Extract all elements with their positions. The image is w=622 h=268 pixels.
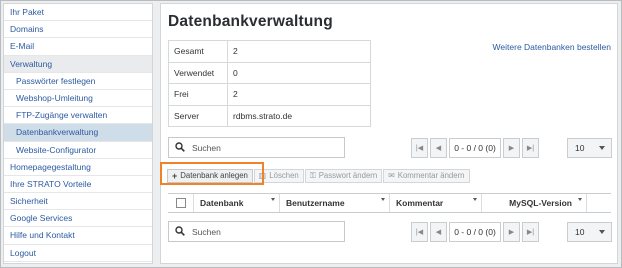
trash-icon: ▥: [258, 171, 267, 180]
per-page-select-bottom[interactable]: 10: [567, 222, 612, 242]
sort-icon: [473, 198, 477, 201]
info-key: Verwendet: [168, 61, 228, 84]
sort-icon: [271, 198, 275, 201]
prev-page-button[interactable]: ◀: [430, 222, 447, 242]
sidebar-item-webshop-umleitung[interactable]: Webshop-Umleitung: [4, 90, 152, 108]
sidebar-item-homepagegestaltung[interactable]: Homepagegestaltung: [4, 159, 152, 176]
info-value: 2: [227, 83, 371, 106]
search-icon: [175, 142, 185, 152]
sidebar-item-domains[interactable]: Domains: [4, 21, 152, 39]
delete-label: Löschen: [269, 171, 299, 180]
search-icon: [175, 226, 185, 236]
create-database-button[interactable]: + Datenbank anlegen: [167, 168, 253, 183]
per-page-select-top[interactable]: 10: [567, 138, 612, 158]
change-comment-button[interactable]: ✉ Kommentar ändern: [383, 168, 470, 183]
search-input-top[interactable]: Suchen: [168, 137, 345, 158]
prev-page-icon: ◀: [435, 145, 442, 152]
change-password-button[interactable]: ⚿ Passwort ändern: [304, 168, 383, 183]
chevron-down-icon: [599, 146, 605, 150]
order-more-databases-link[interactable]: Weitere Datenbanken bestellen: [493, 42, 611, 52]
sidebar-item-website-configurator[interactable]: Website-Configurator: [4, 142, 152, 159]
sidebar-item-sicherheit[interactable]: Sicherheit: [4, 193, 152, 211]
select-all-checkbox[interactable]: [176, 198, 186, 208]
column-label: MySQL-Version: [509, 198, 572, 208]
search-placeholder: Suchen: [192, 143, 221, 153]
sidebar-item-verwaltung[interactable]: Verwaltung: [4, 55, 152, 73]
pagination-top: |◀ ◀ 0 - 0 / 0 (0) ▶ ▶|: [411, 138, 541, 158]
info-row: Gesamt 2: [168, 40, 371, 63]
comment-icon: ✉: [388, 171, 395, 180]
pagination-bottom: |◀ ◀ 0 - 0 / 0 (0) ▶ ▶|: [411, 222, 541, 242]
sidebar-navigation: Ihr Paket Domains E-Mail Verwaltung Pass…: [3, 3, 153, 264]
per-page-value: 10: [575, 143, 585, 153]
column-mysql-version[interactable]: MySQL-Version: [482, 194, 587, 212]
database-info-table: Gesamt 2 Verwendet 0 Frei 2 Server rdbms…: [168, 40, 371, 127]
sort-icon: [381, 198, 385, 201]
info-value: 2: [227, 40, 371, 63]
delete-button[interactable]: ▥ Löschen: [253, 168, 304, 183]
select-all-column[interactable]: [168, 194, 194, 212]
last-page-button[interactable]: ▶|: [522, 138, 539, 158]
sidebar-item-passwoerter[interactable]: Passwörter festlegen: [4, 73, 152, 90]
sidebar-item-google-services[interactable]: Google Services: [4, 210, 152, 228]
column-benutzername[interactable]: Benutzername: [280, 194, 390, 212]
column-kommentar[interactable]: Kommentar: [390, 194, 482, 212]
page-info: 0 - 0 / 0 (0): [449, 138, 501, 158]
next-page-button[interactable]: ▶: [503, 222, 520, 242]
prev-page-button[interactable]: ◀: [430, 138, 447, 158]
first-page-icon: |◀: [415, 229, 424, 236]
column-datenbank[interactable]: Datenbank: [194, 194, 280, 212]
first-page-icon: |◀: [415, 145, 424, 152]
last-page-icon: ▶|: [526, 145, 535, 152]
change-comment-label: Kommentar ändern: [397, 171, 465, 180]
info-row: Server rdbms.strato.de: [168, 104, 371, 127]
key-icon: ⚿: [309, 170, 316, 180]
database-grid-header: Datenbank Benutzername Kommentar MySQL-V…: [168, 193, 611, 213]
sidebar-item-ihr-paket[interactable]: Ihr Paket: [4, 4, 152, 22]
next-page-icon: ▶: [508, 145, 515, 152]
search-placeholder: Suchen: [192, 227, 221, 237]
info-value: 0: [227, 61, 371, 84]
action-toolbar: + Datenbank anlegen ▥ Löschen ⚿ Passwort…: [167, 167, 471, 184]
prev-page-icon: ◀: [435, 229, 442, 236]
info-value: rdbms.strato.de: [227, 104, 371, 127]
main-panel: Datenbankverwaltung Weitere Datenbanken …: [160, 3, 618, 264]
sidebar-item-hilfe-kontakt[interactable]: Hilfe und Kontakt: [4, 227, 152, 245]
sidebar-item-strato-vorteile[interactable]: Ihre STRATO Vorteile: [4, 176, 152, 194]
info-row: Verwendet 0: [168, 61, 371, 84]
info-key: Gesamt: [168, 40, 228, 63]
column-label: Datenbank: [200, 198, 244, 208]
next-page-icon: ▶: [508, 229, 515, 236]
page-title: Datenbankverwaltung: [168, 13, 333, 30]
info-key: Server: [168, 104, 228, 127]
first-page-button[interactable]: |◀: [411, 138, 428, 158]
chevron-down-icon: [599, 230, 605, 234]
first-page-button[interactable]: |◀: [411, 222, 428, 242]
sidebar-item-datenbankverwaltung[interactable]: Datenbankverwaltung: [4, 124, 152, 142]
info-row: Frei 2: [168, 83, 371, 106]
change-password-label: Passwort ändern: [318, 171, 378, 180]
page-info: 0 - 0 / 0 (0): [449, 222, 501, 242]
sidebar-item-logout[interactable]: Logout: [4, 245, 152, 262]
last-page-icon: ▶|: [526, 229, 535, 236]
per-page-value: 10: [575, 227, 585, 237]
sidebar-item-ftp-zugaenge[interactable]: FTP-Zugänge verwalten: [4, 107, 152, 125]
info-key: Frei: [168, 83, 228, 106]
column-label: Kommentar: [396, 198, 444, 208]
plus-icon: +: [172, 170, 178, 181]
create-database-label: Datenbank anlegen: [180, 171, 248, 180]
sort-icon: [578, 198, 582, 201]
sidebar-item-email[interactable]: E-Mail: [4, 38, 152, 56]
next-page-button[interactable]: ▶: [503, 138, 520, 158]
last-page-button[interactable]: ▶|: [522, 222, 539, 242]
search-input-bottom[interactable]: Suchen: [168, 221, 345, 242]
column-label: Benutzername: [286, 198, 345, 208]
